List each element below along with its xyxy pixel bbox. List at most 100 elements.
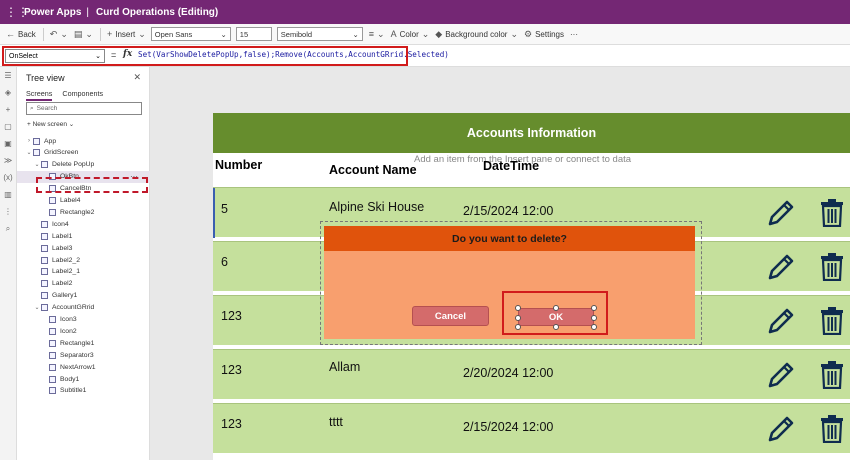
tree-item[interactable]: Icon3 — [17, 314, 150, 326]
resize-handle[interactable] — [591, 324, 597, 330]
annotation-highlight-okbtn — [36, 177, 148, 193]
insert-button[interactable]: + Insert ⌄ — [107, 29, 146, 40]
chevron-icon[interactable]: ⌄ — [25, 149, 33, 156]
tree-item-label: Label2 — [52, 280, 73, 288]
tree-item[interactable]: Label1 — [17, 230, 150, 242]
resize-handle[interactable] — [591, 315, 597, 321]
tree-item[interactable]: Label4 — [17, 195, 150, 207]
undo-icon: ↶ — [49, 28, 58, 39]
cell-number: 6 — [221, 255, 228, 269]
tree-item[interactable]: Label2_1 — [17, 266, 150, 278]
tree-item[interactable]: Label3 — [17, 242, 150, 254]
tree-item[interactable]: ⌄ AccountGRrid — [17, 302, 150, 314]
color-button[interactable]: A Color ⌄ — [391, 29, 430, 40]
cancel-button[interactable]: Cancel — [412, 306, 489, 326]
search-input[interactable]: ⌕ Search — [26, 102, 142, 115]
tree-item-label: Label1 — [52, 232, 73, 240]
font-weight-select[interactable]: Semibold ⌄ — [276, 27, 363, 41]
font-family-select[interactable]: Open Sans ⌄ — [150, 27, 231, 41]
tree-item[interactable]: Label2_2 — [17, 254, 150, 266]
delete-trash-icon[interactable] — [820, 199, 844, 228]
tree-item[interactable]: Icon2 — [17, 325, 150, 337]
back-button[interactable]: ← Back — [6, 29, 36, 39]
data-icon[interactable]: ▢ — [0, 118, 16, 135]
table-row[interactable]: 123 Allam 2/20/2024 12:00 — [213, 349, 850, 399]
chevron-icon[interactable]: › — [25, 138, 33, 144]
edit-pencil-icon[interactable] — [766, 414, 796, 444]
tree-item[interactable]: NextArrow1 — [17, 361, 150, 373]
tree-item-label: Icon4 — [52, 220, 69, 228]
tree-item[interactable]: Icon4 — [17, 218, 150, 230]
cell-number: 5 — [221, 202, 228, 216]
tree-item[interactable]: Subtitle1 — [17, 385, 150, 397]
edit-pencil-icon[interactable] — [766, 252, 796, 282]
tree-item[interactable]: ⌄ Delete PopUp — [17, 159, 150, 171]
power-automate-icon[interactable]: ≫ — [0, 152, 16, 169]
resize-handle[interactable] — [515, 305, 521, 311]
tree-item[interactable]: Separator3 — [17, 349, 150, 361]
chevron-down-icon: ⌄ — [68, 121, 75, 128]
control-icon — [49, 327, 56, 335]
paste-button[interactable]: ▤ ⌄ — [74, 29, 93, 40]
tree-item-label: Rectangle2 — [60, 208, 95, 216]
control-icon — [49, 363, 56, 371]
chevron-down-icon: ⌄ — [60, 28, 68, 39]
tree-item-label: App — [44, 137, 57, 145]
more-button[interactable]: ··· — [570, 30, 578, 39]
tree-item[interactable]: ⌄ GridScreen — [17, 147, 150, 159]
insert-icon[interactable]: + — [0, 101, 16, 118]
header-title: Accounts Information — [466, 126, 597, 140]
control-icon — [33, 149, 40, 157]
tab-components[interactable]: Components — [62, 89, 103, 101]
title-bar: ⋮⋮⋮ Power Apps | Curd Operations (Editin… — [0, 0, 850, 24]
tree-item[interactable]: Rectangle2 — [17, 206, 150, 218]
background-color-button[interactable]: ◆ Background color ⌄ — [435, 29, 518, 40]
edit-pencil-icon[interactable] — [766, 306, 796, 336]
chevron-icon[interactable]: ⌄ — [33, 304, 41, 311]
formula-bar: OnSelect ⌄ = fx Set(VarShowDeletePopUp,f… — [0, 45, 850, 67]
edit-pencil-icon[interactable] — [766, 198, 796, 228]
resize-handle[interactable] — [553, 324, 559, 330]
chevron-icon[interactable]: ⌄ — [33, 161, 41, 168]
resize-handle[interactable] — [591, 305, 597, 311]
align-button[interactable]: ≡ ⌄ — [369, 29, 385, 40]
media-icon[interactable]: ▣ — [0, 135, 16, 152]
settings-rail-icon[interactable]: ⋮ — [0, 203, 16, 220]
edit-pencil-icon[interactable] — [766, 360, 796, 390]
waffle-icon[interactable]: ⋮⋮⋮ — [0, 5, 29, 19]
control-icon — [41, 256, 48, 264]
tab-screens[interactable]: Screens — [26, 89, 53, 101]
paint-bucket-icon: ◆ — [435, 28, 443, 39]
resize-handle[interactable] — [553, 305, 559, 311]
tree-item-label: Label2_2 — [52, 256, 80, 264]
layers-icon[interactable]: ◈ — [0, 84, 16, 101]
menu-icon[interactable]: ☰ — [0, 67, 16, 84]
font-size-input[interactable]: 15 — [235, 27, 272, 41]
resize-handle[interactable] — [515, 324, 521, 330]
tree-item[interactable]: Body1 — [17, 373, 150, 385]
resize-handle[interactable] — [515, 315, 521, 321]
delete-trash-icon[interactable] — [820, 307, 844, 336]
tree-item[interactable]: Gallery1 — [17, 290, 150, 302]
tree-item[interactable]: Label2 — [17, 278, 150, 290]
tree-view-pane: Tree view ✕ Screens Components ⌕ Search … — [17, 67, 150, 460]
tree-item-label: Subtitle1 — [60, 387, 87, 395]
undo-button[interactable]: ↶ ⌄ — [50, 29, 68, 40]
tree-item-label: NextArrow1 — [60, 363, 96, 371]
tools-icon[interactable]: ▥ — [0, 186, 16, 203]
control-icon — [49, 351, 56, 359]
table-row[interactable]: 123 tttt 2/15/2024 12:00 — [213, 403, 850, 453]
text-color-icon: A — [390, 29, 397, 39]
delete-trash-icon[interactable] — [820, 361, 844, 390]
search-rail-icon[interactable]: ⌕ — [0, 220, 16, 237]
delete-trash-icon[interactable] — [820, 253, 844, 282]
tree-item[interactable]: Rectangle1 — [17, 337, 150, 349]
document-title: Curd Operations (Editing) — [96, 6, 219, 18]
settings-button[interactable]: ⚙ Settings — [524, 29, 564, 40]
tree-item[interactable]: › App — [17, 135, 150, 147]
delete-trash-icon[interactable] — [820, 415, 844, 444]
variables-icon[interactable]: (x) — [0, 169, 16, 186]
new-screen-button[interactable]: + New screen ⌄ — [27, 120, 74, 128]
close-icon[interactable]: ✕ — [133, 72, 141, 83]
divider — [99, 27, 101, 41]
